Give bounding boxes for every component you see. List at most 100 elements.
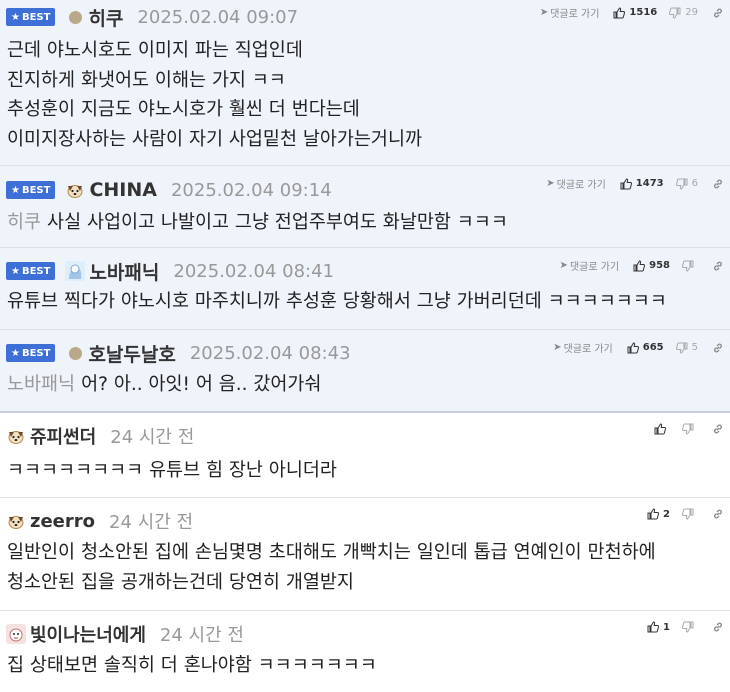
comment-header: ★ BEST 히쿠 2025.02.04 09:07 (6, 4, 299, 31)
arrow-icon: ➤ (559, 260, 568, 271)
reply-link[interactable]: ➤ 댓글로 가기 (540, 5, 600, 20)
downvote-button[interactable]: 6 (676, 178, 698, 190)
comment-item: ★ BEST CHINA 2025.02.04 09:14 ➤ 댓글로 가기 147… (0, 166, 730, 248)
comment-header: 쥬피썬더 24 시간 전 (6, 423, 195, 449)
star-icon: ★ (11, 265, 20, 277)
comment-item: ★ BEST 호날두날호 2025.02.04 08:43 ➤ 댓글로 가기 665… (0, 330, 730, 413)
thumbs-up-icon (654, 423, 666, 435)
thumbs-up-icon (647, 621, 659, 633)
avatar[interactable] (6, 428, 26, 445)
comment-body: 노바패닉 어? 아.. 아잇! 어 음.. 갔어가숴 (7, 374, 322, 395)
star-icon: ★ (11, 11, 20, 23)
comment-time: 2025.02.04 09:07 (137, 6, 299, 28)
downvote-button[interactable] (682, 621, 698, 633)
comment-actions: ➤ 댓글로 가기 1473 6 (546, 176, 724, 191)
avatar[interactable] (6, 624, 26, 644)
upvote-button[interactable]: 1516 (613, 7, 657, 19)
downvote-button[interactable] (682, 260, 698, 272)
comment-header: ★ BEST 노바패닉 2025.02.04 08:41 (6, 258, 335, 285)
thumbs-up-icon (613, 7, 625, 19)
thumbs-down-icon (676, 342, 688, 354)
arrow-icon: ➤ (546, 178, 555, 189)
upvote-button[interactable]: 2 (647, 508, 670, 520)
downvote-button[interactable]: 29 (669, 7, 698, 19)
link-icon[interactable] (712, 7, 724, 19)
comment-item: 쥬피썬더 24 시간 전 ㅋㅋㅋㅋㅋㅋㅋㅋ 유튜브 힘 장난 아니더라 (0, 413, 730, 498)
best-badge: ★ BEST (6, 344, 56, 362)
upvote-button[interactable]: 665 (627, 342, 664, 354)
link-icon[interactable] (712, 342, 724, 354)
comment-author[interactable]: 노바패닉 (89, 258, 159, 285)
upvote-button[interactable] (654, 423, 670, 435)
comment-body: 일반인이 청소안된 집에 손님몇명 초대해도 개빡치는 일인데 톱급 연예인이 … (7, 542, 656, 593)
downvote-button[interactable] (682, 508, 698, 520)
comment-body: ㅋㅋㅋㅋㅋㅋㅋㅋ 유튜브 힘 장난 아니더라 (7, 460, 337, 481)
comment-item: ★ BEST 히쿠 2025.02.04 09:07 ➤ 댓글로 가기 1516 2… (0, 0, 730, 166)
comment-item: 빛이나는너에게 24 시간 전 1 집 상태보면 솔직히 더 혼나야함 ㅋㅋㅋㅋ… (0, 611, 730, 691)
comment-time: 2025.02.04 08:43 (189, 342, 351, 364)
comment-item: ★ BEST 노바패닉 2025.02.04 08:41 ➤ 댓글로 가기 958 … (0, 248, 730, 330)
arrow-icon: ➤ (539, 7, 549, 18)
comment-header: zeerro 24 시간 전 (6, 510, 194, 533)
best-badge: ★ BEST (6, 8, 56, 26)
comment-body: 집 상태보면 솔직히 더 혼나야함 ㅋㅋㅋㅋㅋㅋㅋ (7, 655, 377, 676)
comment-body: 히쿠 사실 사업이고 나발이고 그냥 전업주부여도 화날만함 ㅋㅋㅋ (7, 212, 508, 233)
upvote-button[interactable]: 1473 (620, 178, 664, 190)
comment-body: 유튜브 찍다가 야노시호 마주치니까 추성훈 당황해서 그냥 가버리던데 ㅋㅋㅋ… (7, 291, 667, 312)
best-badge: ★ BEST (6, 181, 56, 199)
thumbs-up-icon (633, 260, 645, 272)
comment-author[interactable]: 호날두날호 (88, 340, 175, 367)
comment-author[interactable]: 빛이나는너에게 (30, 621, 146, 647)
comment-time: 24 시간 전 (110, 427, 195, 448)
thumbs-down-icon (676, 178, 688, 190)
thumbs-down-icon (682, 260, 694, 272)
mention-link[interactable]: 히쿠 (7, 212, 41, 233)
link-icon[interactable] (712, 508, 724, 520)
comment-actions: 1 (647, 621, 724, 633)
reply-link[interactable]: ➤ 댓글로 가기 (553, 340, 613, 355)
upvote-button[interactable]: 958 (633, 260, 670, 272)
comment-actions: 2 (647, 508, 724, 520)
avatar[interactable] (69, 10, 83, 24)
thumbs-up-icon (627, 342, 639, 354)
reply-link[interactable]: ➤ 댓글로 가기 (546, 176, 606, 191)
thumbs-down-icon (682, 423, 694, 435)
comment-actions: ➤ 댓글로 가기 958 (560, 258, 724, 273)
avatar[interactable] (6, 513, 26, 530)
avatar[interactable] (65, 182, 85, 199)
link-icon[interactable] (712, 178, 724, 190)
comment-author[interactable]: zeerro (30, 511, 95, 532)
thumbs-down-icon (682, 508, 694, 520)
link-icon[interactable] (712, 260, 724, 272)
arrow-icon: ➤ (553, 342, 562, 353)
comment-time: 2025.02.04 09:14 (170, 179, 332, 201)
avatar[interactable] (69, 346, 83, 360)
thumbs-down-icon (682, 621, 694, 633)
comment-author[interactable]: 쥬피썬더 (30, 423, 96, 449)
link-icon[interactable] (712, 423, 724, 435)
comment-header: 빛이나는너에게 24 시간 전 (6, 621, 244, 647)
downvote-button[interactable] (682, 423, 698, 435)
link-icon[interactable] (712, 621, 724, 633)
mention-link[interactable]: 노바패닉 (7, 374, 75, 395)
comment-time: 24 시간 전 (109, 512, 194, 533)
reply-link[interactable]: ➤ 댓글로 가기 (560, 258, 620, 273)
downvote-button[interactable]: 5 (676, 342, 698, 354)
comment-time: 2025.02.04 08:41 (173, 260, 335, 282)
avatar[interactable] (65, 261, 86, 281)
comment-author[interactable]: 히쿠 (88, 4, 123, 31)
comment-author[interactable]: CHINA (89, 179, 157, 201)
comment-time: 24 시간 전 (159, 625, 244, 646)
upvote-button[interactable]: 1 (647, 621, 670, 633)
best-badge: ★ BEST (6, 262, 56, 280)
star-icon: ★ (11, 184, 20, 196)
comment-body: 근데 야노시호도 이미지 파는 직업인데 진지하게 화냇어도 이해는 가지 ㅋㅋ… (7, 40, 422, 150)
star-icon: ★ (11, 347, 20, 359)
thumbs-up-icon (647, 508, 659, 520)
thumbs-up-icon (620, 178, 632, 190)
comment-item: zeerro 24 시간 전 2 일반인이 청소안된 집에 손님몇명 초대해도 … (0, 498, 730, 611)
thumbs-down-icon (669, 7, 681, 19)
comment-actions: ➤ 댓글로 가기 1516 29 (540, 5, 724, 20)
comment-actions (654, 423, 724, 435)
comment-header: ★ BEST 호날두날호 2025.02.04 08:43 (6, 340, 351, 367)
